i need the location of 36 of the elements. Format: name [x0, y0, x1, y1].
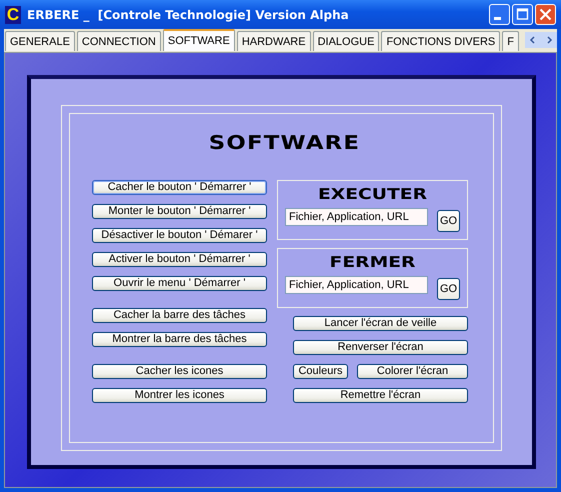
chevron-left-icon: [529, 36, 537, 44]
section-heading: EXECUTER: [316, 184, 428, 205]
action-button[interactable]: Renverser l'écran: [293, 340, 468, 355]
close-button[interactable]: [535, 4, 556, 25]
tab[interactable]: GENERALE: [5, 31, 75, 51]
action-button[interactable]: Activer le bouton ' Démarrer ': [92, 252, 267, 267]
tab[interactable]: SOFTWARE: [162, 29, 235, 51]
action-button[interactable]: Couleurs: [293, 364, 348, 379]
tab[interactable]: F: [502, 31, 519, 51]
input-field[interactable]: Fichier, Application, URL: [285, 276, 428, 294]
section-heading: FERMER: [328, 252, 416, 273]
action-button[interactable]: Ouvrir le menu ' Démarrer ': [92, 276, 267, 291]
window-title: ERBERE _ [Controle Technologie] Version Alpha: [27, 8, 350, 22]
action-button[interactable]: Désactiver le bouton ' Démarer ': [92, 228, 267, 243]
tab[interactable]: DIALOGUE: [312, 31, 380, 51]
app-icon: C: [5, 6, 21, 24]
action-button[interactable]: Lancer l'écran de veille: [293, 316, 468, 331]
tab[interactable]: CONNECTION: [76, 31, 161, 51]
maximize-button[interactable]: [512, 4, 533, 25]
go-button[interactable]: GO: [437, 278, 460, 300]
minimize-button[interactable]: [489, 4, 510, 25]
action-button[interactable]: Montrer les icones: [92, 388, 267, 403]
action-button[interactable]: Cacher le bouton ' Démarrer ': [92, 180, 267, 195]
action-button[interactable]: Cacher la barre des tâches: [92, 308, 267, 323]
chevron-right-icon: [545, 36, 553, 44]
go-button[interactable]: GO: [437, 210, 460, 232]
input-field[interactable]: Fichier, Application, URL: [285, 208, 428, 226]
tab[interactable]: HARDWARE: [236, 31, 311, 51]
tab[interactable]: FONCTIONS DIVERS: [381, 31, 500, 51]
action-button[interactable]: Montrer la barre des tâches: [92, 332, 267, 347]
action-button[interactable]: Remettre l'écran: [293, 388, 468, 403]
minimize-icon: [494, 17, 501, 20]
page-heading: SOFTWARE: [208, 131, 362, 156]
action-button[interactable]: Cacher les icones: [92, 364, 267, 379]
action-button[interactable]: Colorer l'écran: [357, 364, 468, 379]
action-button[interactable]: Monter le bouton ' Démarrer ': [92, 204, 267, 219]
